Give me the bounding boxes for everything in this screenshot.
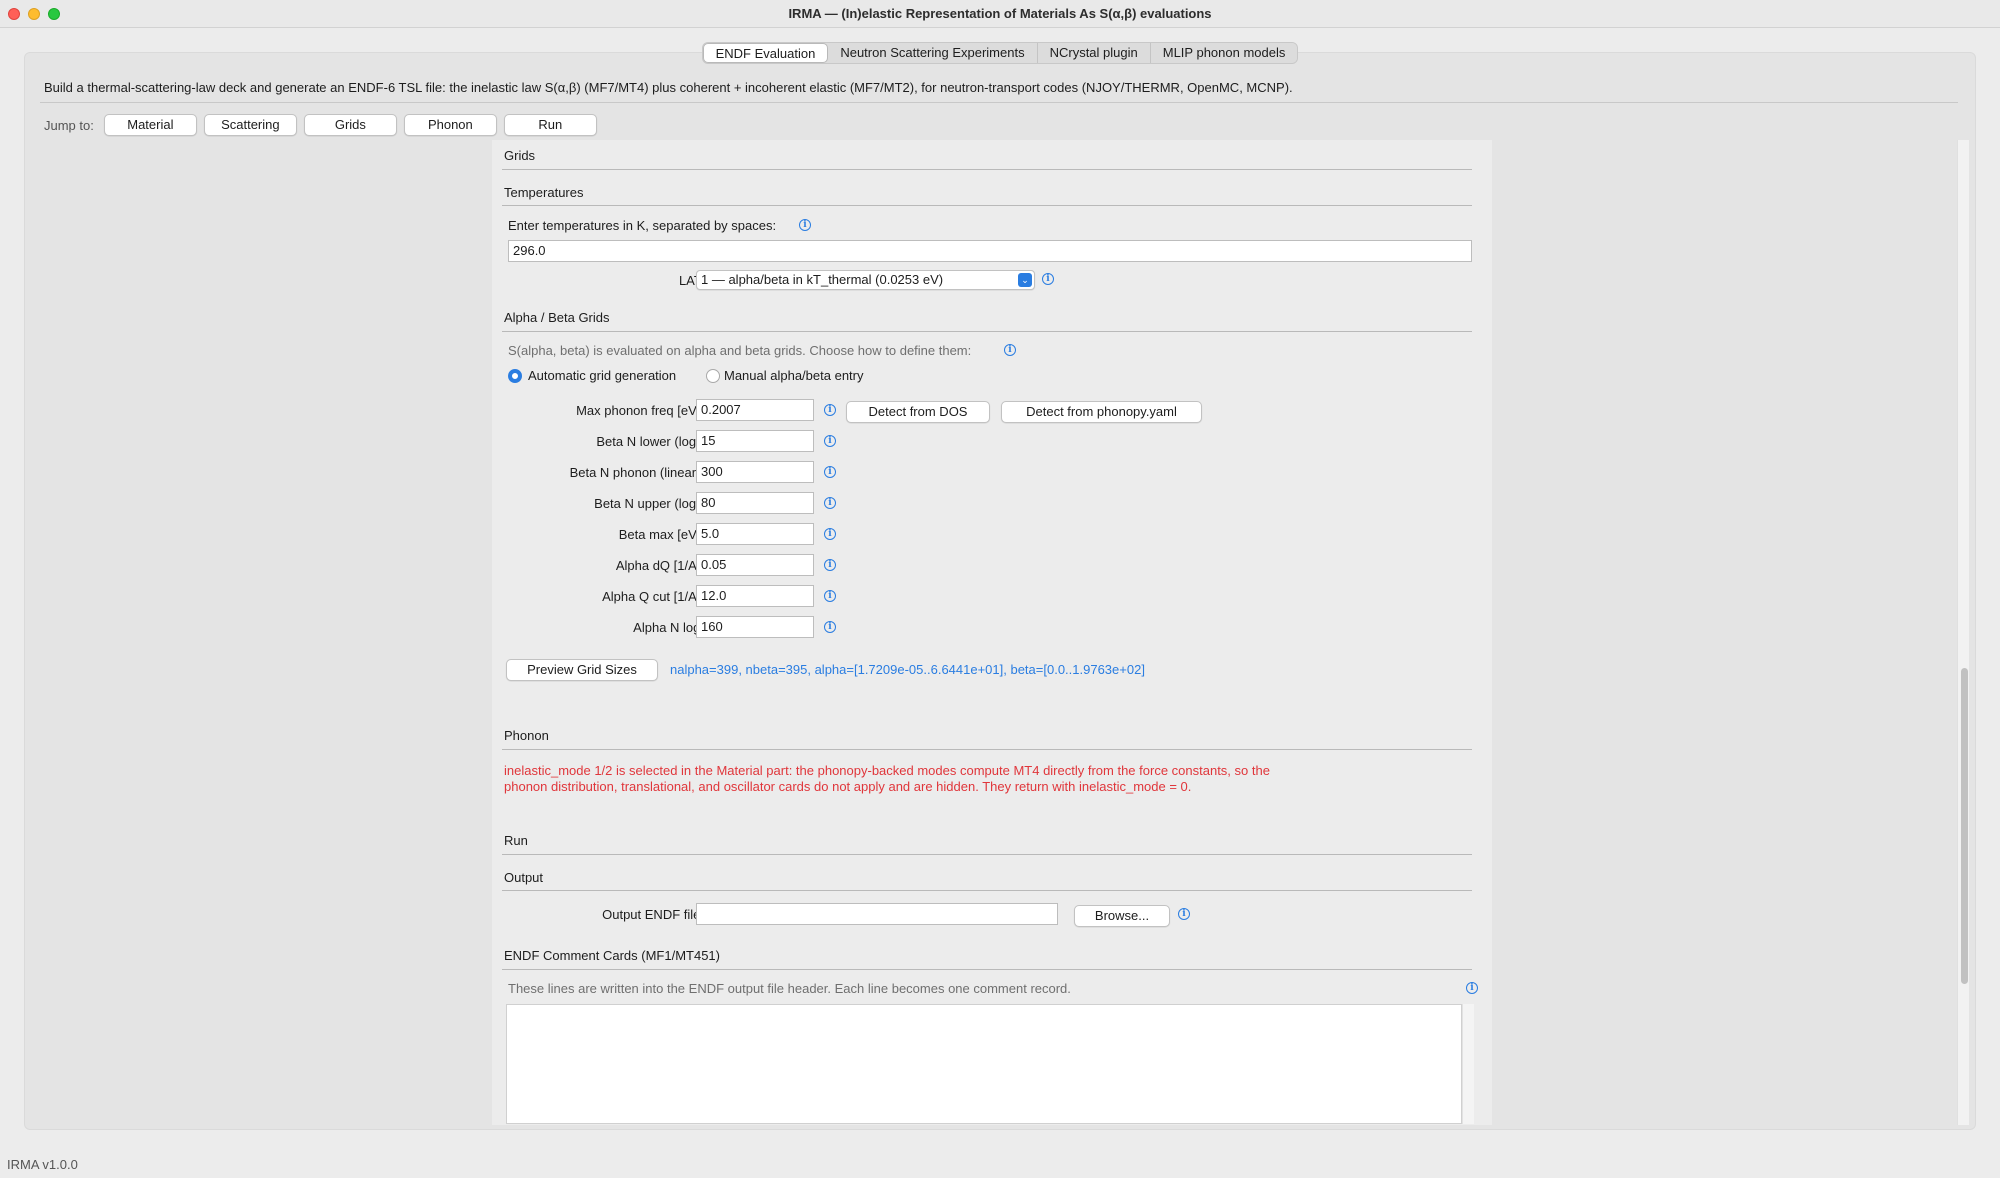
textarea-scrollbar[interactable] (1462, 1004, 1474, 1124)
temperatures-input[interactable]: 296.0 (508, 240, 1472, 262)
section-title-endf-comments: ENDF Comment Cards (MF1/MT451) (504, 948, 720, 963)
info-icon[interactable]: i (824, 466, 836, 478)
info-icon[interactable]: i (824, 404, 836, 416)
section-title-alpha-beta-grids: Alpha / Beta Grids (504, 310, 610, 325)
chevron-down-icon: ⌄ (1018, 273, 1032, 287)
output-endf-input[interactable] (696, 903, 1058, 925)
tab-ncrystal-plugin[interactable]: NCrystal plugin (1037, 43, 1151, 63)
lat-select[interactable]: 1 — alpha/beta in kT_thermal (0.0253 eV)… (696, 270, 1035, 290)
section-title-output: Output (504, 870, 544, 885)
phonon-warning-line-2: phonon distribution, translational, and … (504, 779, 1192, 794)
jump-phonon-button[interactable]: Phonon (403, 114, 497, 136)
divider (502, 205, 1472, 206)
right-margin (1492, 140, 1957, 1125)
detect-from-dos-button[interactable]: Detect from DOS (846, 401, 990, 423)
temperatures-prompt: Enter temperatures in K, separated by sp… (508, 218, 777, 233)
left-margin (32, 140, 492, 1125)
info-icon[interactable]: i (824, 590, 836, 602)
beta-n-lower-input[interactable]: 15 (696, 430, 814, 452)
comments-hint: These lines are written into the ENDF ou… (508, 981, 1071, 996)
alpha-beta-hint: S(alpha, beta) is evaluated on alpha and… (508, 343, 972, 358)
info-icon[interactable]: i (1466, 982, 1478, 994)
divider (502, 169, 1472, 170)
jump-material-button[interactable]: Material (103, 114, 197, 136)
vertical-scrollbar[interactable] (1957, 140, 1969, 1125)
alpha-q-cut-input[interactable]: 12.0 (696, 585, 814, 607)
field-label: Beta N lower (log): (596, 434, 704, 449)
scrollbar-thumb[interactable] (1961, 668, 1968, 984)
field-label: Alpha Q cut [1/A]: (602, 589, 704, 604)
info-icon[interactable]: i (1178, 908, 1190, 920)
info-icon[interactable]: i (1004, 344, 1016, 356)
window-title: IRMA — (In)elastic Representation of Mat… (788, 6, 1212, 21)
jump-scattering-button[interactable]: Scattering (203, 114, 297, 136)
jump-to-bar: Jump to: Material Scattering Grids Phono… (44, 114, 604, 136)
preview-grid-sizes-button[interactable]: Preview Grid Sizes (506, 659, 658, 681)
field-label: Beta max [eV]: (618, 527, 704, 542)
jump-grids-button[interactable]: Grids (303, 114, 397, 136)
field-label: Alpha N log: (633, 620, 704, 635)
page-description: Build a thermal-scattering-law deck and … (44, 80, 1293, 95)
max-phonon-freq-input[interactable]: 0.2007 (696, 399, 814, 421)
version-label: IRMA v1.0.0 (7, 1157, 78, 1172)
browse-button[interactable]: Browse... (1074, 905, 1170, 927)
divider (502, 890, 1472, 891)
section-title-phonon: Phonon (504, 728, 549, 743)
jump-to-label: Jump to: (44, 117, 94, 133)
radio-automatic-label[interactable]: Automatic grid generation (528, 368, 676, 383)
divider (40, 102, 1958, 103)
detect-from-phonopy-button[interactable]: Detect from phonopy.yaml (1001, 401, 1202, 423)
divider (502, 969, 1472, 970)
preview-grid-result: nalpha=399, nbeta=395, alpha=[1.7209e-05… (670, 662, 1145, 677)
radio-manual-entry[interactable] (706, 369, 720, 383)
tab-neutron-scattering-experiments[interactable]: Neutron Scattering Experiments (828, 43, 1038, 63)
title-bar: IRMA — (In)elastic Representation of Mat… (0, 0, 2000, 28)
alpha-n-log-input[interactable]: 160 (696, 616, 814, 638)
jump-run-button[interactable]: Run (503, 114, 597, 136)
radio-manual-label[interactable]: Manual alpha/beta entry (724, 368, 863, 383)
tab-bar: ENDF Evaluation Neutron Scattering Exper… (0, 42, 2000, 64)
lat-label: LAT: (678, 273, 704, 288)
info-icon[interactable]: i (824, 528, 836, 540)
field-label: Beta N phonon (linear): (569, 465, 704, 480)
output-endf-label: Output ENDF file: (602, 907, 704, 922)
phonon-warning-line-1: inelastic_mode 1/2 is selected in the Ma… (504, 763, 1270, 778)
comment-cards-textarea[interactable] (506, 1004, 1462, 1124)
field-label: Alpha dQ [1/A]: (615, 558, 704, 573)
scroll-content[interactable]: Grids Temperatures Enter temperatures in… (492, 140, 1492, 1125)
beta-n-upper-input[interactable]: 80 (696, 492, 814, 514)
section-title-grids: Grids (504, 148, 536, 163)
beta-max-input[interactable]: 5.0 (696, 523, 814, 545)
info-icon[interactable]: i (824, 621, 836, 633)
info-icon[interactable]: i (1042, 273, 1054, 285)
info-icon[interactable]: i (799, 219, 811, 231)
lat-selected-value: 1 — alpha/beta in kT_thermal (0.0253 eV) (701, 272, 944, 287)
divider (502, 749, 1472, 750)
field-label: Max phonon freq [eV]: (576, 403, 704, 418)
beta-n-phonon-input[interactable]: 300 (696, 461, 814, 483)
info-icon[interactable]: i (824, 497, 836, 509)
alpha-dq-input[interactable]: 0.05 (696, 554, 814, 576)
field-label: Beta N upper (log): (594, 496, 704, 511)
radio-automatic-grid[interactable] (508, 369, 522, 383)
tab-endf-evaluation[interactable]: ENDF Evaluation (702, 43, 829, 63)
section-title-temperatures: Temperatures (504, 185, 584, 200)
info-icon[interactable]: i (824, 559, 836, 571)
tab-mlip-phonon-models[interactable]: MLIP phonon models (1150, 43, 1298, 63)
divider (502, 331, 1472, 332)
divider (502, 854, 1472, 855)
info-icon[interactable]: i (824, 435, 836, 447)
section-title-run: Run (504, 833, 528, 848)
